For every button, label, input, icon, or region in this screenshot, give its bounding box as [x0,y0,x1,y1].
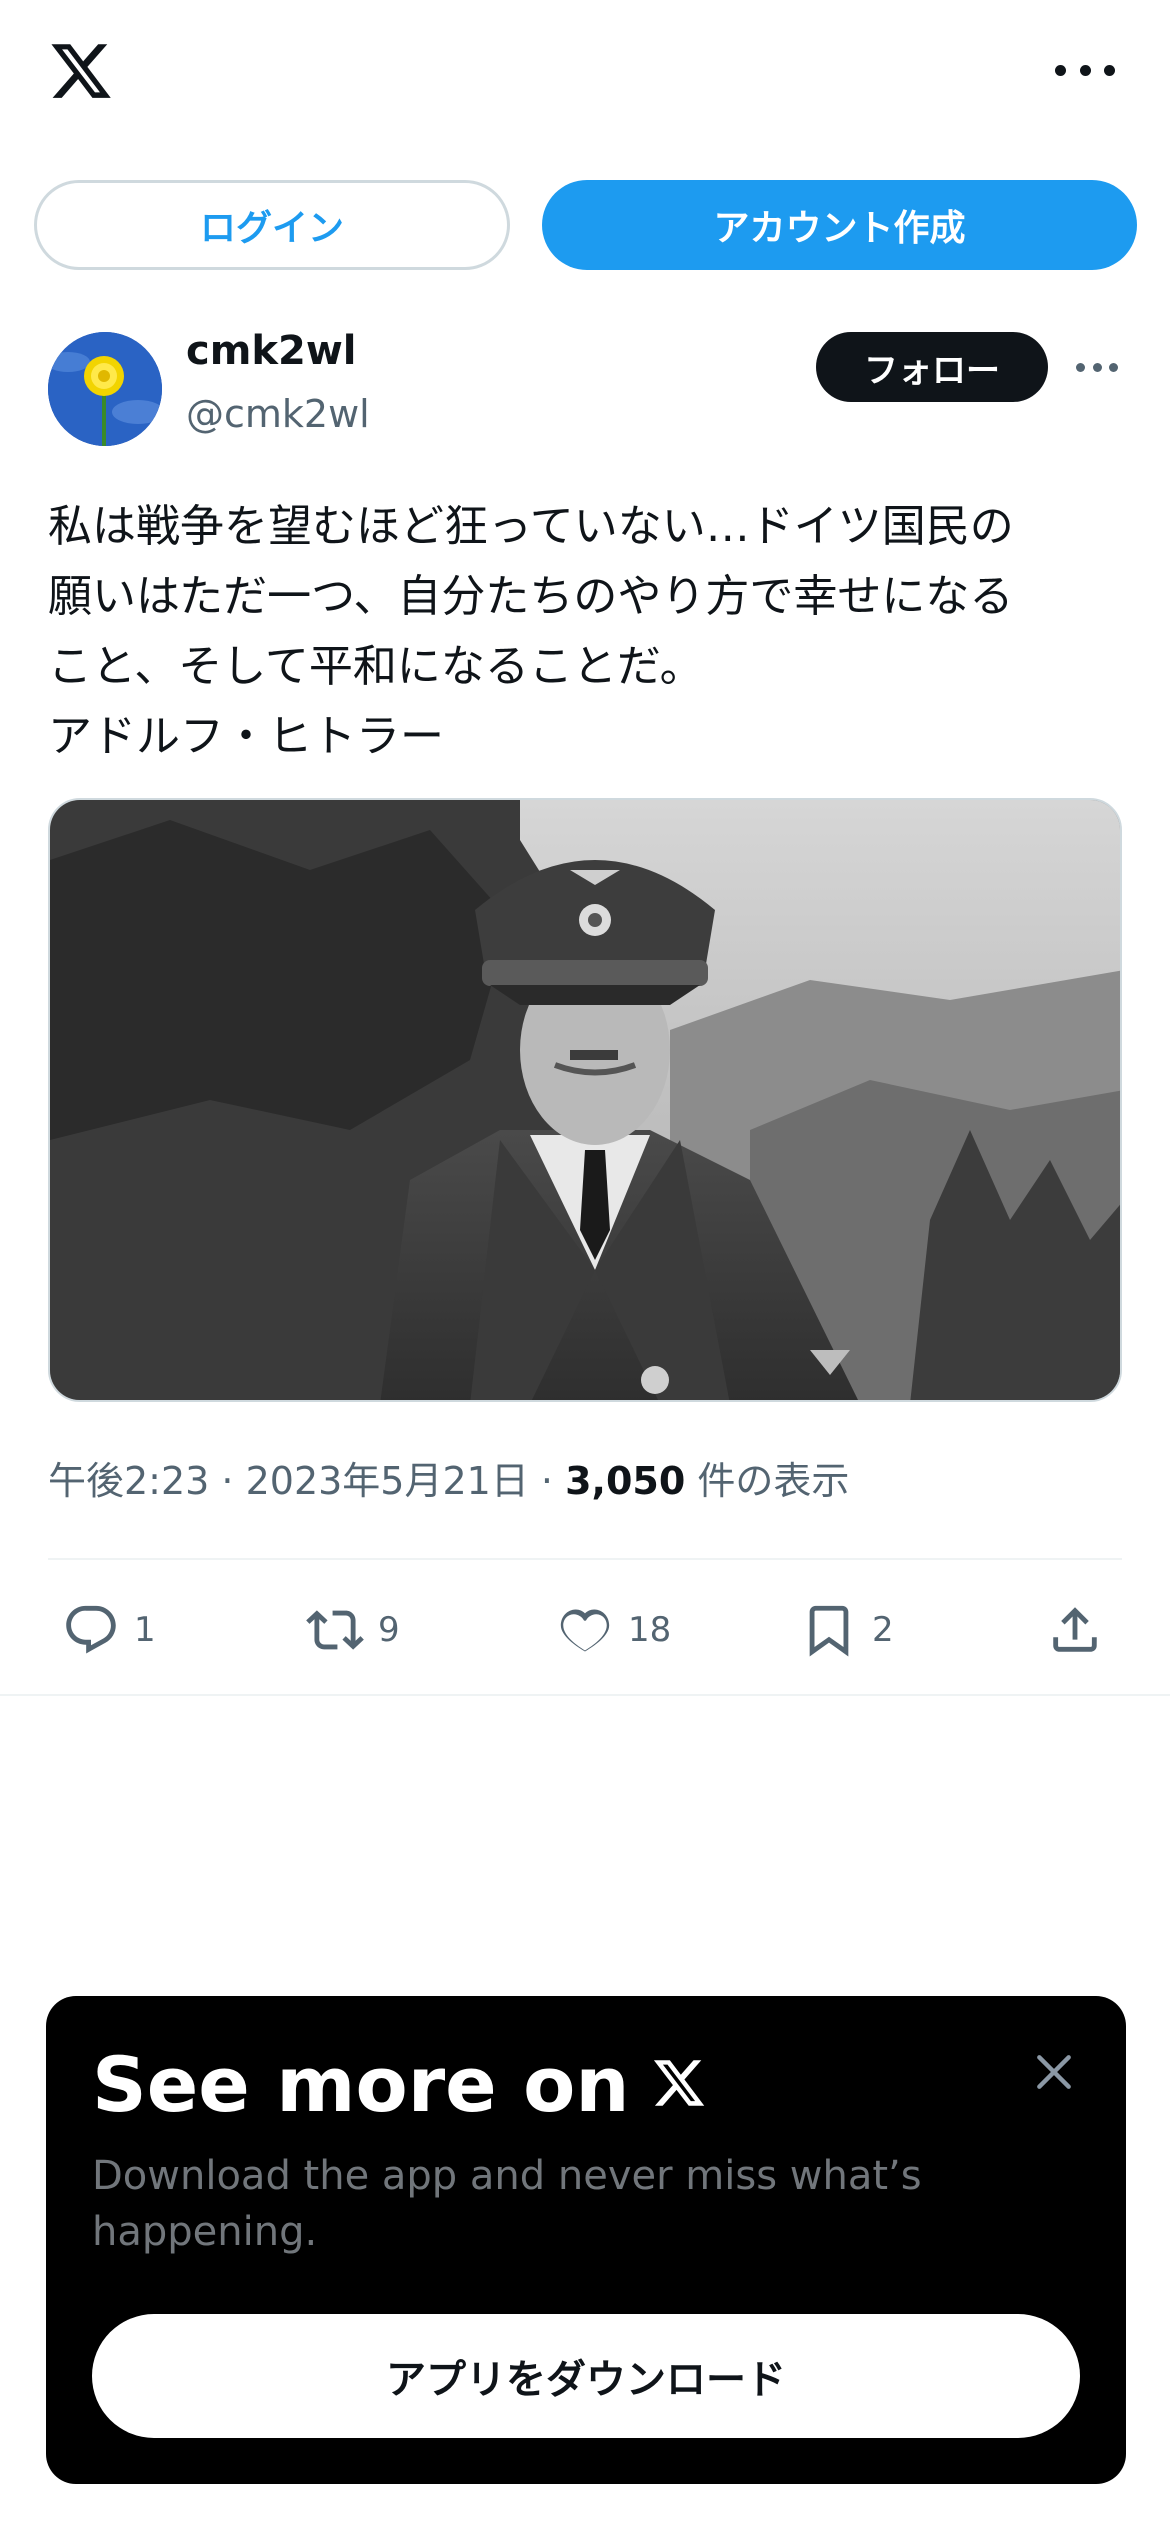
tweet-time[interactable]: 午後2:23 [48,1459,209,1503]
tweet-text: 私は戦争を望むほど狂っていない…ドイツ国民の 願いはただ一つ、自分たちのやり方で… [48,492,1128,772]
bookmark-count: 2 [872,1610,894,1650]
like-button[interactable]: 18 [556,1590,671,1670]
create-account-button[interactable]: アカウント作成 [542,180,1137,270]
app-promo-sheet: See more on Download the app and never m… [46,1996,1126,2484]
user-handle[interactable]: @cmk2wl [186,392,370,436]
promo-title: See more on [92,2040,630,2129]
bookmark-icon [809,1605,849,1657]
x-logo-icon[interactable] [46,38,116,104]
tweet-more-icon[interactable] [1076,362,1118,372]
photo-image [50,800,1120,1400]
dandelion-avatar [48,332,162,446]
tweet-text-line: アドルフ・ヒトラー [48,711,444,762]
avatar[interactable] [48,332,162,446]
reply-icon [66,1605,116,1654]
reply-button[interactable]: 1 [62,1590,156,1670]
meta-separator: · [528,1459,566,1503]
tweet-date[interactable]: 2023年5月21日 [246,1459,529,1503]
promo-description: Download the app and never miss what’s h… [92,2153,922,2255]
download-app-button[interactable]: アプリをダウンロード [92,2314,1080,2438]
divider [0,1694,1170,1696]
tweet-photo[interactable] [48,798,1122,1402]
reply-count: 1 [134,1610,156,1650]
tweet-text-line: こと、そして平和になることだ。 [48,641,704,692]
meta-separator: · [209,1459,246,1503]
x-logo-icon [653,2060,705,2106]
bookmark-button[interactable]: 2 [800,1590,894,1670]
heart-icon [560,1609,610,1652]
login-button[interactable]: ログイン [34,180,510,270]
divider [48,1558,1122,1560]
top-bar [0,0,1170,150]
follow-button[interactable]: フォロー [816,332,1048,402]
tweet-meta: 午後2:23 · 2023年5月21日 · 3,050 件の表示 [48,1450,849,1505]
close-icon[interactable] [1032,2050,1076,2094]
tweet-actions: 1 9 18 2 [0,1590,1170,1670]
tweet-text-line: 私は戦争を望むほど狂っていない…ドイツ国民の [48,501,1014,552]
share-icon [1053,1607,1097,1652]
like-count: 18 [628,1610,672,1650]
share-button[interactable] [1046,1590,1104,1670]
display-name[interactable]: cmk2wl [186,328,357,374]
retweet-count: 9 [378,1610,400,1650]
retweet-button[interactable]: 9 [306,1590,400,1670]
retweet-icon [306,1610,364,1650]
views-label: 件の表示 [685,1459,850,1503]
more-horizontal-icon[interactable] [1055,60,1115,80]
tweet-text-line: 願いはただ一つ、自分たちのやり方で幸せになる [48,571,1014,622]
views-count: 3,050 [565,1459,686,1503]
